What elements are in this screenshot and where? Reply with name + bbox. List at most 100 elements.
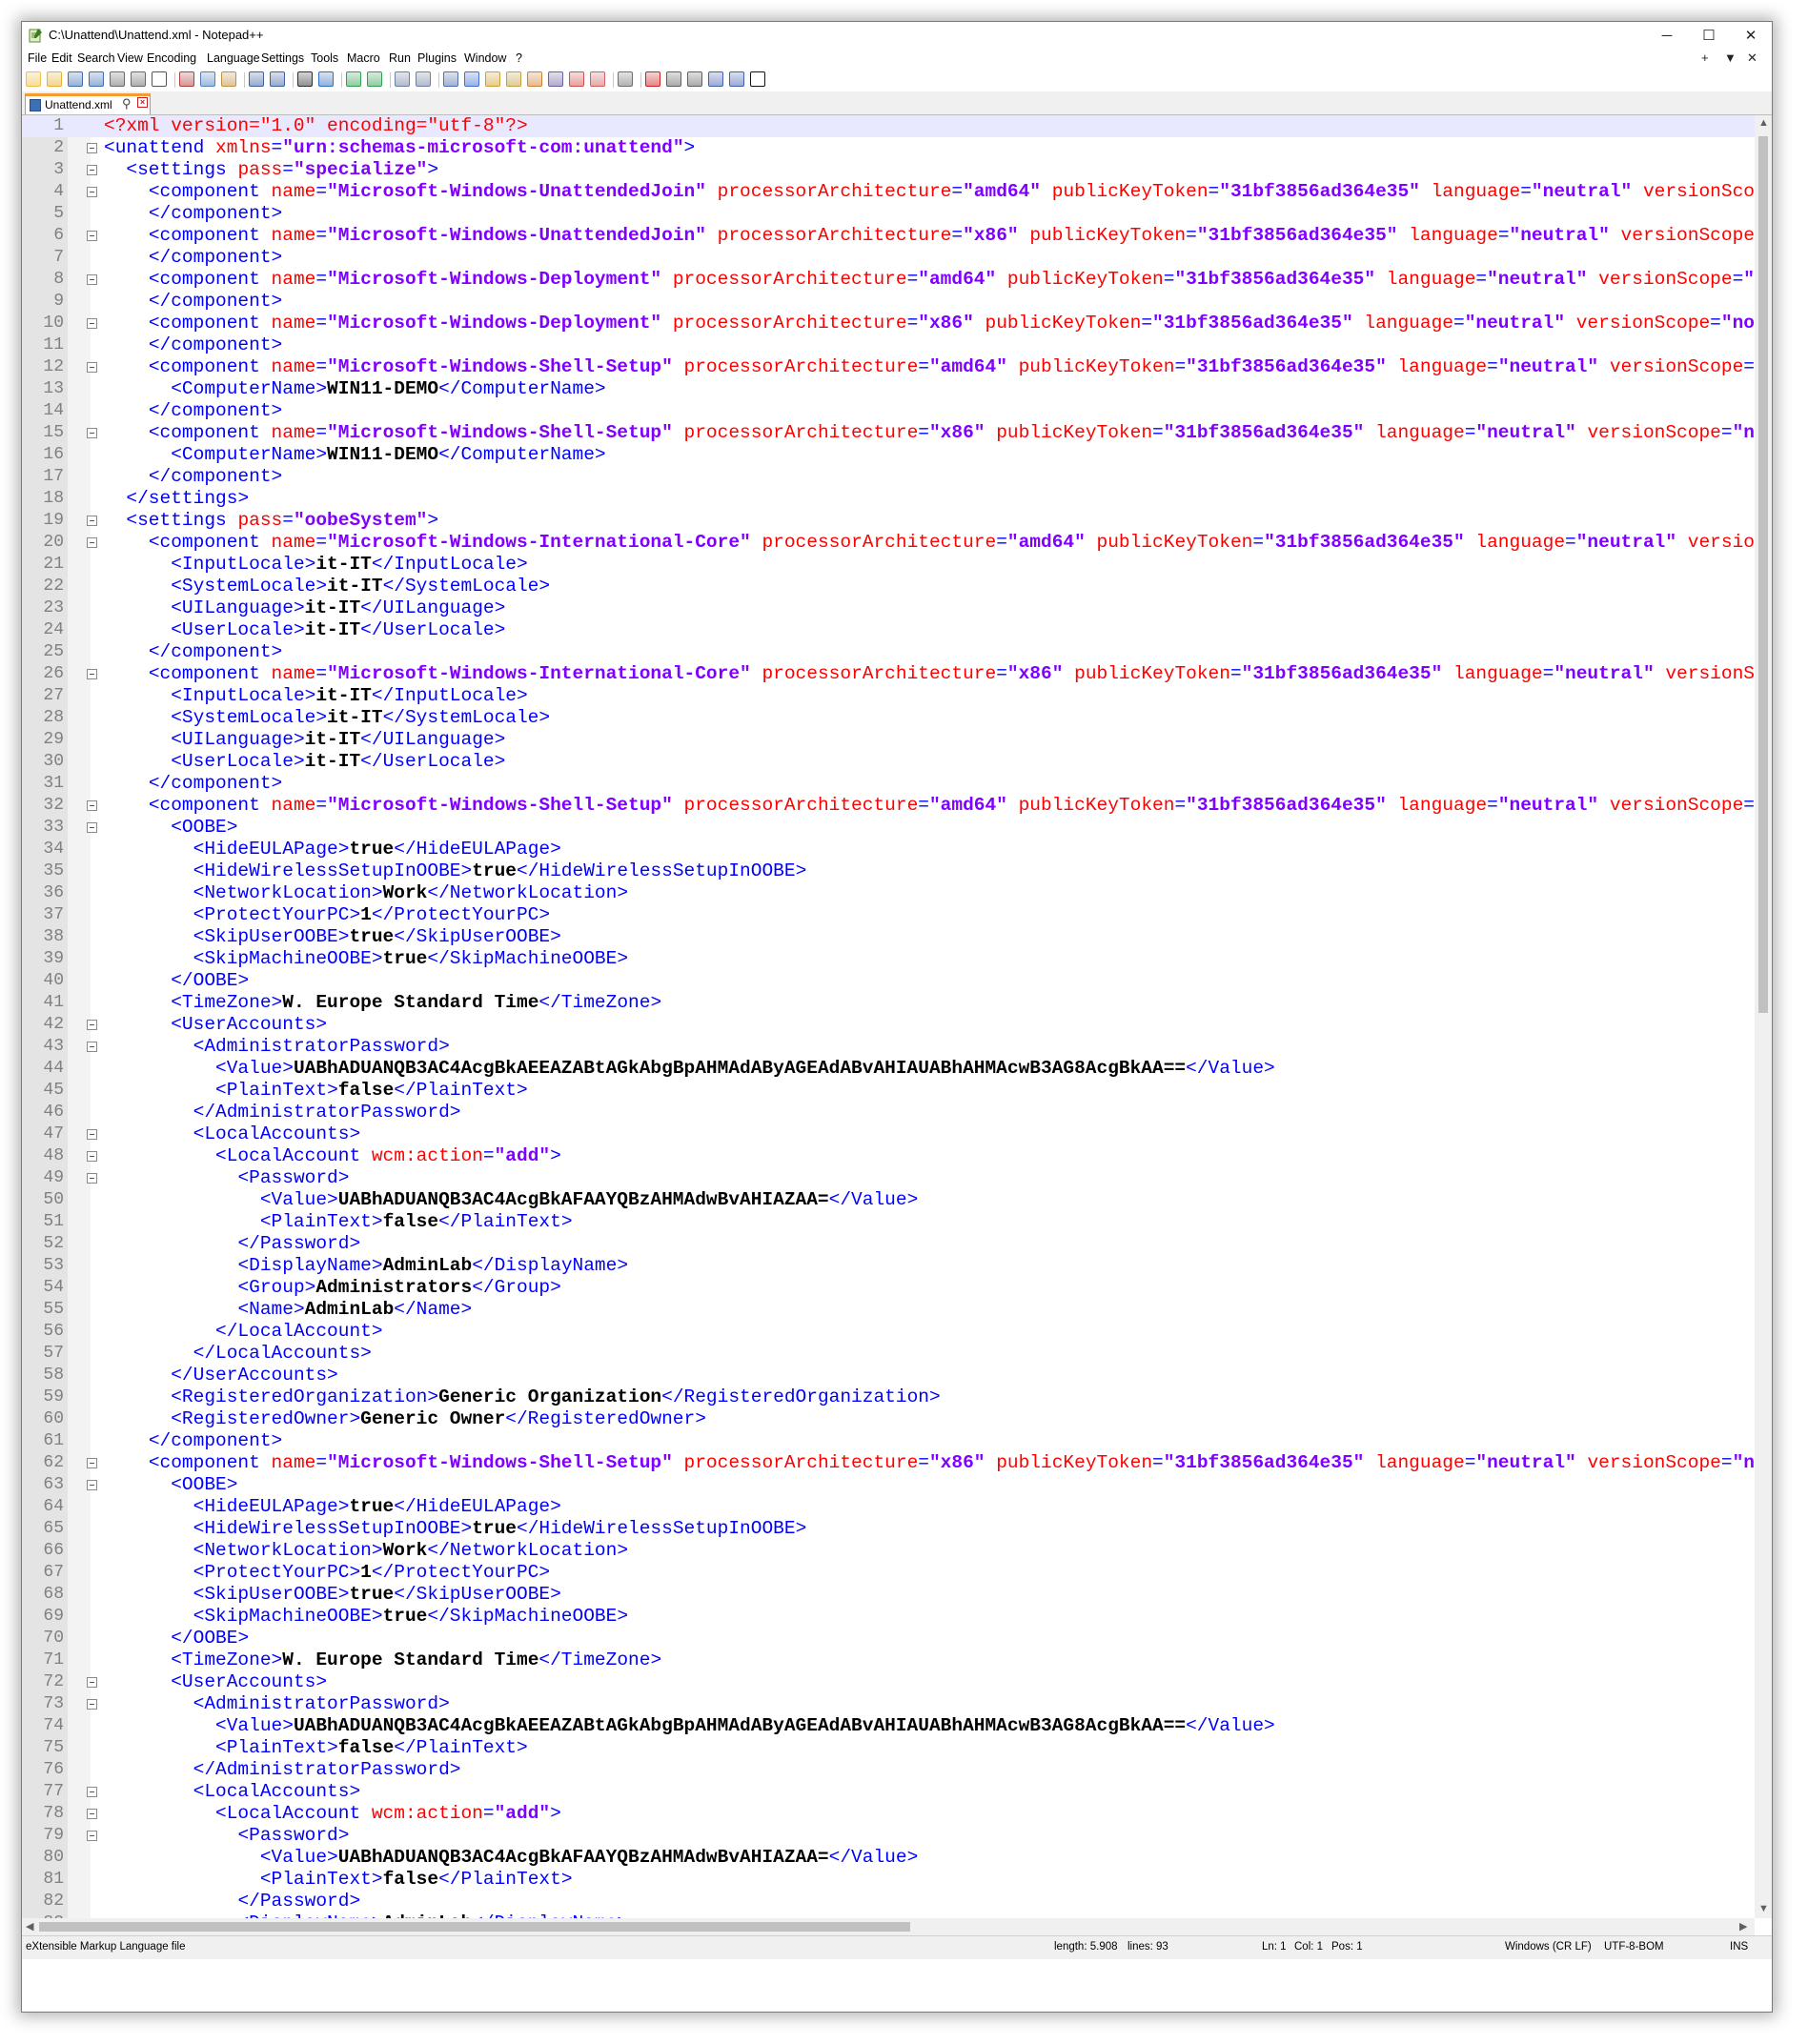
menu-encoding[interactable]: Encoding: [147, 51, 196, 65]
editor-area[interactable]: 1 <?xml version="1.0" encoding="utf-8"?> 2…: [22, 115, 1755, 1918]
fold-toggle-icon[interactable]: [87, 1020, 97, 1030]
code-line[interactable]: 73 <AdministratorPassword>: [22, 1693, 1755, 1715]
code-line[interactable]: 15 <component name="Microsoft-Windows-Sh…: [22, 422, 1755, 444]
paste-icon[interactable]: [221, 71, 236, 87]
monitoring-icon[interactable]: [618, 71, 633, 87]
save-all-icon[interactable]: [89, 71, 104, 87]
show-all-chars-icon[interactable]: [464, 71, 479, 87]
code-line[interactable]: 28 <SystemLocale>it-IT</SystemLocale>: [22, 707, 1755, 729]
menu-tools[interactable]: Tools: [311, 51, 338, 65]
fold-toggle-icon[interactable]: [87, 1831, 97, 1841]
tab-unattend-xml[interactable]: Unattend.xml ⚲ ×: [25, 93, 151, 114]
scroll-right-icon[interactable]: ▶: [1739, 1920, 1747, 1933]
code-line[interactable]: 35 <HideWirelessSetupInOOBE>true</HideWi…: [22, 860, 1755, 882]
code-line[interactable]: 3 <settings pass="specialize">: [22, 159, 1755, 181]
scroll-left-icon[interactable]: ◀: [26, 1920, 33, 1933]
cut-icon[interactable]: [179, 71, 194, 87]
code-line[interactable]: 49 <Password>: [22, 1167, 1755, 1189]
code-line[interactable]: 75 <PlainText>false</PlainText>: [22, 1737, 1755, 1759]
code-line[interactable]: 10 <component name="Microsoft-Windows-De…: [22, 313, 1755, 334]
code-line[interactable]: 30 <UserLocale>it-IT</UserLocale>: [22, 751, 1755, 773]
scroll-up-icon[interactable]: ▲: [1758, 117, 1769, 129]
menu-window[interactable]: Window: [464, 51, 506, 65]
fold-toggle-icon[interactable]: [87, 1809, 97, 1819]
code-line[interactable]: 59 <RegisteredOrganization>Generic Organ…: [22, 1386, 1755, 1408]
close-tab-icon[interactable]: ✕: [1747, 51, 1757, 66]
code-line[interactable]: 29 <UILanguage>it-IT</UILanguage>: [22, 729, 1755, 751]
code-line[interactable]: 11 </component>: [22, 334, 1755, 356]
tab-list-icon[interactable]: ▼: [1724, 51, 1737, 65]
code-line[interactable]: 46 </AdministratorPassword>: [22, 1102, 1755, 1123]
vertical-scroll-thumb[interactable]: [1758, 136, 1768, 1013]
menu-plugins[interactable]: Plugins: [417, 51, 457, 65]
udl-icon[interactable]: [506, 71, 521, 87]
code-line[interactable]: 7 </component>: [22, 247, 1755, 269]
code-line[interactable]: 17 </component>: [22, 466, 1755, 488]
code-line[interactable]: 45 <PlainText>false</PlainText>: [22, 1080, 1755, 1102]
new-icon[interactable]: [26, 71, 41, 87]
code-line[interactable]: 68 <SkipUserOOBE>true</SkipUserOOBE>: [22, 1584, 1755, 1606]
doc-map-icon[interactable]: [527, 71, 542, 87]
tab-close-icon[interactable]: ×: [137, 97, 148, 108]
code-line[interactable]: 16 <ComputerName>WIN11-DEMO</ComputerNam…: [22, 444, 1755, 466]
run-macro-multiple-icon[interactable]: [708, 71, 723, 87]
code-line[interactable]: 20 <component name="Microsoft-Windows-In…: [22, 532, 1755, 554]
code-line[interactable]: 6 <component name="Microsoft-Windows-Una…: [22, 225, 1755, 247]
vertical-scrollbar[interactable]: ▲ ▼: [1755, 115, 1772, 1918]
title-bar[interactable]: C:\Unattend\Unattend.xml - Notepad++ ─ ☐…: [22, 22, 1772, 50]
fold-toggle-icon[interactable]: [87, 1699, 97, 1710]
code-line[interactable]: 77 <LocalAccounts>: [22, 1781, 1755, 1803]
code-line[interactable]: 53 <DisplayName>AdminLab</DisplayName>: [22, 1255, 1755, 1277]
code-line[interactable]: 2 <unattend xmlns="urn:schemas-microsoft-…: [22, 137, 1755, 159]
code-line[interactable]: 82 </Password>: [22, 1891, 1755, 1912]
code-line[interactable]: 65 <HideWirelessSetupInOOBE>true</HideWi…: [22, 1518, 1755, 1540]
play-macro-icon[interactable]: [687, 71, 702, 87]
indent-guide-icon[interactable]: [485, 71, 500, 87]
code-line[interactable]: 8 <component name="Microsoft-Windows-Dep…: [22, 269, 1755, 291]
code-line[interactable]: 21 <InputLocale>it-IT</InputLocale>: [22, 554, 1755, 576]
function-list-icon[interactable]: [548, 71, 563, 87]
fold-toggle-icon[interactable]: [87, 362, 97, 373]
code-line[interactable]: 22 <SystemLocale>it-IT</SystemLocale>: [22, 576, 1755, 597]
fold-toggle-icon[interactable]: [87, 143, 97, 153]
folder-workspace-icon[interactable]: [569, 71, 584, 87]
word-wrap-icon[interactable]: [443, 71, 458, 87]
fold-toggle-icon[interactable]: [87, 1787, 97, 1797]
code-line[interactable]: 50 <Value>UABhADUANQB3AC4AcgBkAFAAYQBzAH…: [22, 1189, 1755, 1211]
code-line[interactable]: 78 <LocalAccount wcm:action="add">: [22, 1803, 1755, 1825]
code-line[interactable]: 25 </component>: [22, 641, 1755, 663]
fold-toggle-icon[interactable]: [87, 1458, 97, 1468]
code-line[interactable]: 51 <PlainText>false</PlainText>: [22, 1211, 1755, 1233]
code-line[interactable]: 67 <ProtectYourPC>1</ProtectYourPC>: [22, 1562, 1755, 1584]
code-line[interactable]: 63 <OOBE>: [22, 1474, 1755, 1496]
close-icon[interactable]: [110, 71, 125, 87]
code-line[interactable]: 39 <SkipMachineOOBE>true</SkipMachineOOB…: [22, 948, 1755, 970]
maximize-button[interactable]: ☐: [1688, 22, 1730, 50]
code-line[interactable]: 57 </LocalAccounts>: [22, 1343, 1755, 1365]
code-line[interactable]: 70 </OOBE>: [22, 1628, 1755, 1649]
replace-icon[interactable]: [318, 71, 334, 87]
record-macro-icon[interactable]: [645, 71, 660, 87]
code-line[interactable]: 33 <OOBE>: [22, 817, 1755, 839]
code-line[interactable]: 69 <SkipMachineOOBE>true</SkipMachineOOB…: [22, 1606, 1755, 1628]
code-line[interactable]: 32 <component name="Microsoft-Windows-Sh…: [22, 795, 1755, 817]
minimize-button[interactable]: ─: [1646, 22, 1688, 50]
fold-toggle-icon[interactable]: [87, 1129, 97, 1140]
fold-toggle-icon[interactable]: [87, 516, 97, 526]
code-line[interactable]: 62 <component name="Microsoft-Windows-Sh…: [22, 1452, 1755, 1474]
code-line[interactable]: 13 <ComputerName>WIN11-DEMO</ComputerNam…: [22, 378, 1755, 400]
code-line[interactable]: 60 <RegisteredOwner>Generic Owner</Regis…: [22, 1408, 1755, 1430]
code-line[interactable]: 27 <InputLocale>it-IT</InputLocale>: [22, 685, 1755, 707]
print-icon[interactable]: [152, 71, 167, 87]
open-icon[interactable]: [47, 71, 62, 87]
code-line[interactable]: 31 </component>: [22, 773, 1755, 795]
sync-h-icon[interactable]: [416, 71, 431, 87]
code-line[interactable]: 42 <UserAccounts>: [22, 1014, 1755, 1036]
fold-toggle-icon[interactable]: [87, 165, 97, 175]
fold-toggle-icon[interactable]: [87, 669, 97, 679]
zoom-in-icon[interactable]: [346, 71, 361, 87]
fold-toggle-icon[interactable]: [87, 1151, 97, 1162]
code-line[interactable]: 23 <UILanguage>it-IT</UILanguage>: [22, 597, 1755, 619]
code-line[interactable]: 48 <LocalAccount wcm:action="add">: [22, 1145, 1755, 1167]
code-line[interactable]: 54 <Group>Administrators</Group>: [22, 1277, 1755, 1299]
